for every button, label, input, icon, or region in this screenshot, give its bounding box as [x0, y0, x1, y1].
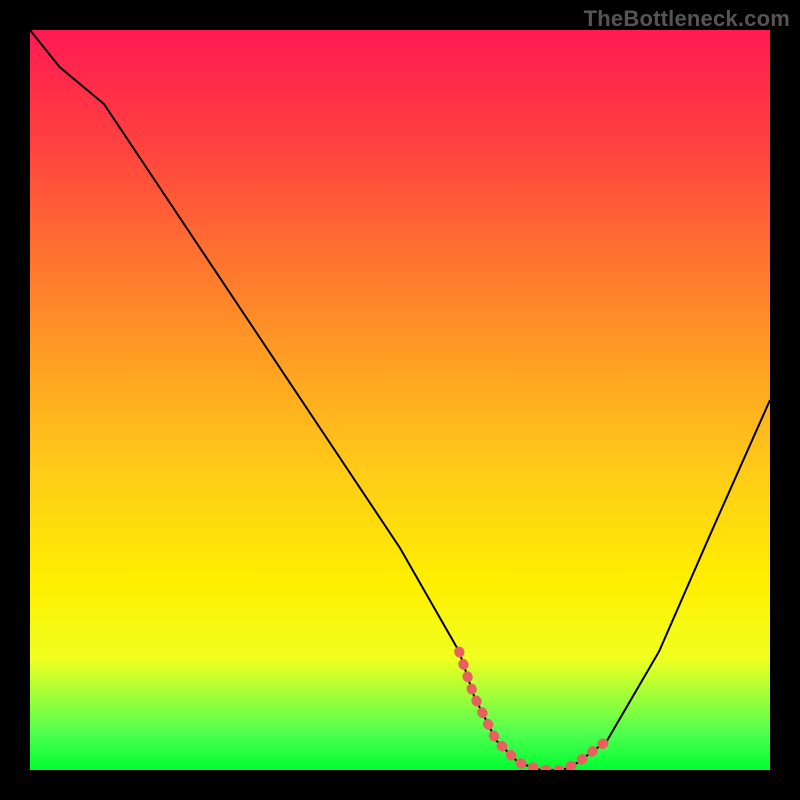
chart-svg — [30, 30, 770, 770]
flat-zone-highlight — [459, 652, 607, 770]
watermark-text: TheBottleneck.com — [584, 6, 790, 32]
curve-line — [30, 30, 770, 770]
chart-container: TheBottleneck.com — [0, 0, 800, 800]
plot-area — [30, 30, 770, 770]
